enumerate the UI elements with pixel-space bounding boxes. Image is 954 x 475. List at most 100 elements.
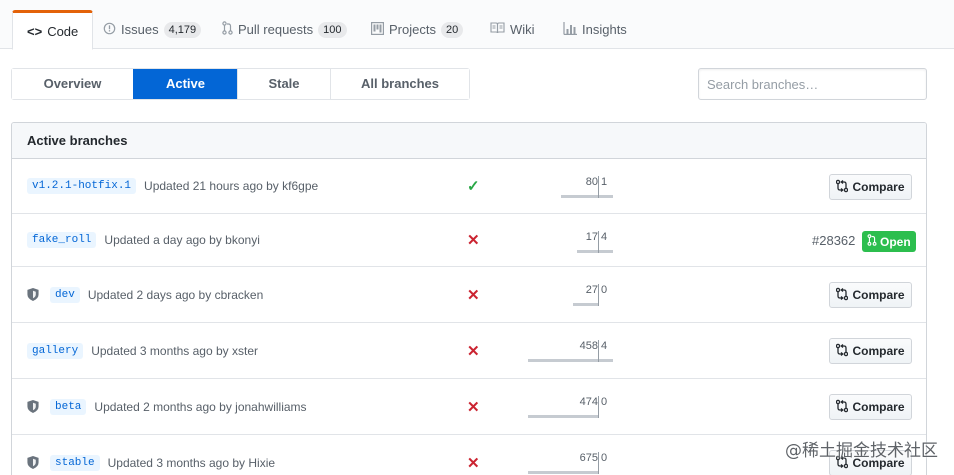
behind-bar bbox=[577, 250, 598, 253]
behind-count: 27 bbox=[585, 284, 598, 296]
branch-row: beta Updated 2 months ago by jonahwilliam… bbox=[12, 379, 926, 435]
compare-label: Compare bbox=[852, 344, 905, 358]
issues-counter: 4,179 bbox=[163, 21, 202, 38]
x-icon[interactable]: ✕ bbox=[467, 323, 480, 378]
branch-name-link[interactable]: beta bbox=[50, 398, 87, 415]
ahead-bar bbox=[599, 250, 613, 253]
ahead-count: 4 bbox=[601, 340, 608, 352]
x-icon[interactable]: ✕ bbox=[467, 214, 480, 266]
tab-wiki[interactable]: Wiki bbox=[476, 10, 549, 49]
behind-bar bbox=[528, 471, 598, 474]
branch-info: beta Updated 2 months ago by jonahwilliam… bbox=[27, 379, 307, 434]
branch-info: v1.2.1-hotfix.1 Updated 21 hours ago by k… bbox=[27, 159, 318, 213]
compare-icon bbox=[836, 179, 852, 196]
filter-all-branches[interactable]: All branches bbox=[330, 69, 469, 99]
behind-count: 474 bbox=[579, 396, 598, 408]
branch-updated-text: Updated 21 hours ago by kf6gpe bbox=[144, 179, 319, 193]
ahead-behind-graph: 458 4 bbox=[528, 340, 614, 362]
compare-icon bbox=[836, 287, 852, 304]
tab-projects-label: Projects bbox=[389, 22, 436, 37]
ahead-behind-graph: 474 0 bbox=[528, 396, 610, 418]
x-icon[interactable]: ✕ bbox=[467, 267, 480, 322]
pull-requests-counter: 100 bbox=[318, 21, 347, 38]
ahead-behind-graph: 80 1 bbox=[561, 176, 614, 198]
compare-label: Compare bbox=[852, 288, 905, 302]
watermark: @稀土掘金技术社区 bbox=[785, 441, 938, 461]
tab-code[interactable]: <> Code bbox=[12, 10, 94, 50]
pull-request-number[interactable]: #28362 bbox=[812, 214, 855, 266]
branch-row: fake_roll Updated a day ago by bkonyi ✕ 17 4… bbox=[12, 214, 926, 267]
ahead-behind-graph: 27 0 bbox=[573, 284, 610, 306]
issue-icon bbox=[103, 22, 116, 38]
compare-button[interactable]: Compare bbox=[829, 394, 912, 420]
ahead-behind-divider bbox=[598, 452, 599, 474]
ahead-bar bbox=[599, 195, 613, 198]
ahead-count: 4 bbox=[601, 231, 608, 243]
ahead-behind-graph: 17 4 bbox=[577, 231, 614, 253]
repo-nav: <> Code Issues 4,179 Pull requests 100 P… bbox=[0, 0, 954, 50]
behind-bar bbox=[573, 303, 598, 306]
filter-stale[interactable]: Stale bbox=[237, 69, 330, 99]
active-branches-box: Active branches v1.2.1-hotfix.1 Updated 2… bbox=[11, 122, 927, 475]
shield-icon bbox=[27, 400, 39, 413]
branch-row: v1.2.1-hotfix.1 Updated 21 hours ago by k… bbox=[12, 159, 926, 214]
tab-insights-label: Insights bbox=[582, 22, 627, 37]
branch-row: gallery Updated 3 months ago by xster ✕ 458… bbox=[12, 323, 926, 379]
branch-name-link[interactable]: fake_roll bbox=[27, 232, 97, 248]
tab-projects[interactable]: Projects 20 bbox=[357, 10, 477, 49]
branch-filter-nav: Overview Active Stale All branches bbox=[11, 68, 470, 100]
search-branches-input[interactable] bbox=[698, 68, 927, 100]
pull-request-icon bbox=[222, 21, 233, 38]
branch-info: stable Updated 3 months ago by Hixie bbox=[27, 435, 275, 475]
branch-info: dev Updated 2 days ago by cbracken bbox=[27, 267, 263, 322]
graph-icon bbox=[563, 21, 577, 38]
pull-request-icon bbox=[867, 234, 880, 249]
compare-button[interactable]: Compare bbox=[829, 338, 912, 364]
filter-active[interactable]: Active bbox=[133, 69, 237, 99]
tab-issues-label: Issues bbox=[121, 22, 159, 37]
branch-updated-text: Updated 3 months ago by xster bbox=[91, 343, 258, 358]
shield-icon bbox=[27, 288, 39, 301]
branch-name-link[interactable]: v1.2.1-hotfix.1 bbox=[27, 178, 137, 194]
box-title: Active branches bbox=[12, 123, 926, 159]
project-icon bbox=[371, 21, 385, 38]
code-icon: <> bbox=[27, 23, 43, 39]
compare-icon bbox=[836, 399, 852, 416]
branch-name-link[interactable]: stable bbox=[50, 454, 100, 471]
behind-count: 675 bbox=[579, 452, 598, 464]
branch-updated-text: Updated a day ago by bkonyi bbox=[104, 233, 260, 247]
branch-updated-text: Updated 2 days ago by cbracken bbox=[87, 287, 264, 302]
compare-button[interactable]: Compare bbox=[829, 282, 912, 308]
branch-name-link[interactable]: gallery bbox=[27, 342, 84, 359]
branch-updated-text: Updated 2 months ago by jonahwilliams bbox=[94, 399, 307, 414]
branch-name-link[interactable]: dev bbox=[50, 286, 80, 303]
tab-pull-requests[interactable]: Pull requests 100 bbox=[208, 10, 361, 49]
tab-pull-requests-label: Pull requests bbox=[238, 22, 314, 37]
ahead-behind-divider bbox=[598, 284, 599, 306]
x-icon[interactable]: ✕ bbox=[467, 379, 480, 434]
tab-insights[interactable]: Insights bbox=[549, 10, 641, 49]
behind-count: 458 bbox=[579, 340, 598, 352]
branch-info: fake_roll Updated a day ago by bkonyi bbox=[27, 214, 260, 266]
ahead-count: 1 bbox=[601, 176, 608, 188]
ahead-behind-graph: 675 0 bbox=[528, 452, 610, 474]
shield-icon bbox=[27, 456, 39, 469]
branch-row: dev Updated 2 days ago by cbracken ✕ 27 0 Com… bbox=[12, 267, 926, 323]
ahead-count: 0 bbox=[601, 396, 608, 408]
filter-overview[interactable]: Overview bbox=[12, 69, 133, 99]
ahead-count: 0 bbox=[601, 284, 608, 296]
ahead-count: 0 bbox=[601, 452, 608, 464]
compare-label: Compare bbox=[852, 180, 905, 194]
ahead-bar bbox=[599, 359, 613, 362]
pr-open-badge[interactable]: Open bbox=[862, 231, 916, 252]
check-icon[interactable]: ✓ bbox=[467, 159, 480, 213]
tab-wiki-label: Wiki bbox=[510, 22, 535, 37]
tab-code-label: Code bbox=[47, 23, 79, 39]
compare-button[interactable]: Compare bbox=[829, 174, 912, 200]
behind-bar bbox=[528, 415, 598, 418]
compare-label: Compare bbox=[852, 400, 905, 414]
branch-info: gallery Updated 3 months ago by xster bbox=[27, 323, 258, 378]
compare-icon bbox=[836, 343, 852, 360]
x-icon[interactable]: ✕ bbox=[467, 435, 480, 475]
tab-issues[interactable]: Issues 4,179 bbox=[89, 10, 215, 49]
